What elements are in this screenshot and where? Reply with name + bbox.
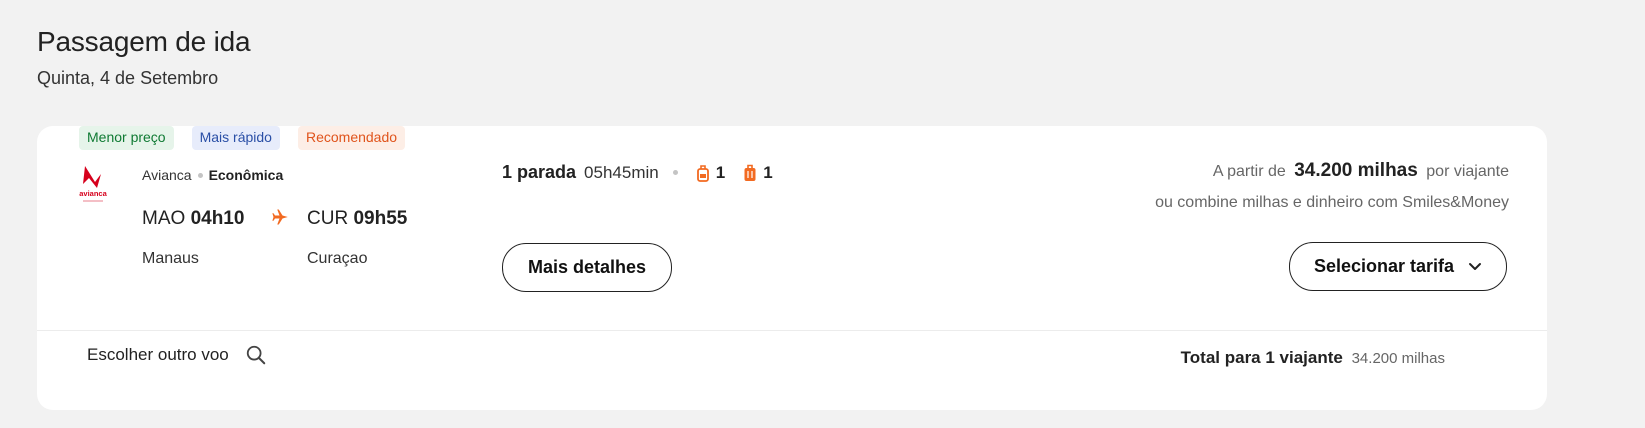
carry-on-bag: 1 [696,163,725,183]
departure-time: 04h10 [190,208,245,229]
search-icon[interactable] [245,344,267,366]
badges: Menor preço Mais rápido Recomendado [79,126,406,150]
cabin-class: Econômica [208,167,284,183]
divider [37,330,1547,331]
price-amount: 34.200 milhas [1294,160,1418,181]
separator-dot [672,170,678,175]
badge-lowest-price: Menor preço [79,126,174,150]
svg-text:avianca: avianca [79,189,107,198]
badge-fastest: Mais rápido [191,126,280,150]
avianca-logo: avianca [79,166,108,202]
destination-time: CUR 09h55 [307,208,407,230]
carry-on-count: 1 [715,162,726,182]
chevron-down-icon [1469,262,1482,270]
total-amount: 34.200 milhas [1351,350,1445,367]
stops-info: 1 parada 05h45min 1 1 [502,162,773,183]
arrival-time: 09h55 [353,208,408,229]
price-info: A partir de 34.200 milhas por viajante [1213,160,1509,182]
price-suffix: por viajante [1426,163,1509,180]
flight-duration: 05h45min [584,162,659,182]
origin-code: MAO [142,208,186,229]
badge-recommended: Recomendado [297,126,406,150]
airline-info: Avianca Econômica [142,167,283,183]
total-label: Total para 1 viajante [1180,348,1343,367]
smiles-money-text: ou combine milhas e dinheiro com Smiles&… [1155,194,1509,211]
origin-city: Manaus [142,250,199,267]
select-fare-label: Selecionar tarifa [1313,256,1455,276]
page-subtitle: Quinta, 4 de Setembro [37,68,219,88]
choose-other-flight[interactable]: Escolher outro voo [87,344,267,366]
checked-bag-count: 1 [763,162,773,182]
destination-code: CUR [307,208,349,229]
page-title: Passagem de ida [37,26,251,57]
flight-card: Menor preço Mais rápido Recomendado avia… [37,126,1547,410]
separator-dot [197,172,203,178]
more-details-button[interactable]: Mais detalhes [502,243,672,292]
destination-city: Curaçao [307,250,368,267]
checked-bag: 1 [743,162,773,183]
airline-name: Avianca [142,167,192,183]
total-info: Total para 1 viajante 34.200 milhas [1181,348,1445,368]
airplane-icon [272,209,288,225]
stop-count: 1 parada [502,162,577,182]
origin-time: MAO 04h10 [142,208,244,230]
carry-on-bag-icon [696,164,709,182]
price-prefix: A partir de [1212,163,1286,180]
checked-bag-icon [744,164,756,181]
select-fare-button[interactable]: Selecionar tarifa [1289,242,1507,291]
choose-other-flight-label: Escolher outro voo [87,345,229,364]
